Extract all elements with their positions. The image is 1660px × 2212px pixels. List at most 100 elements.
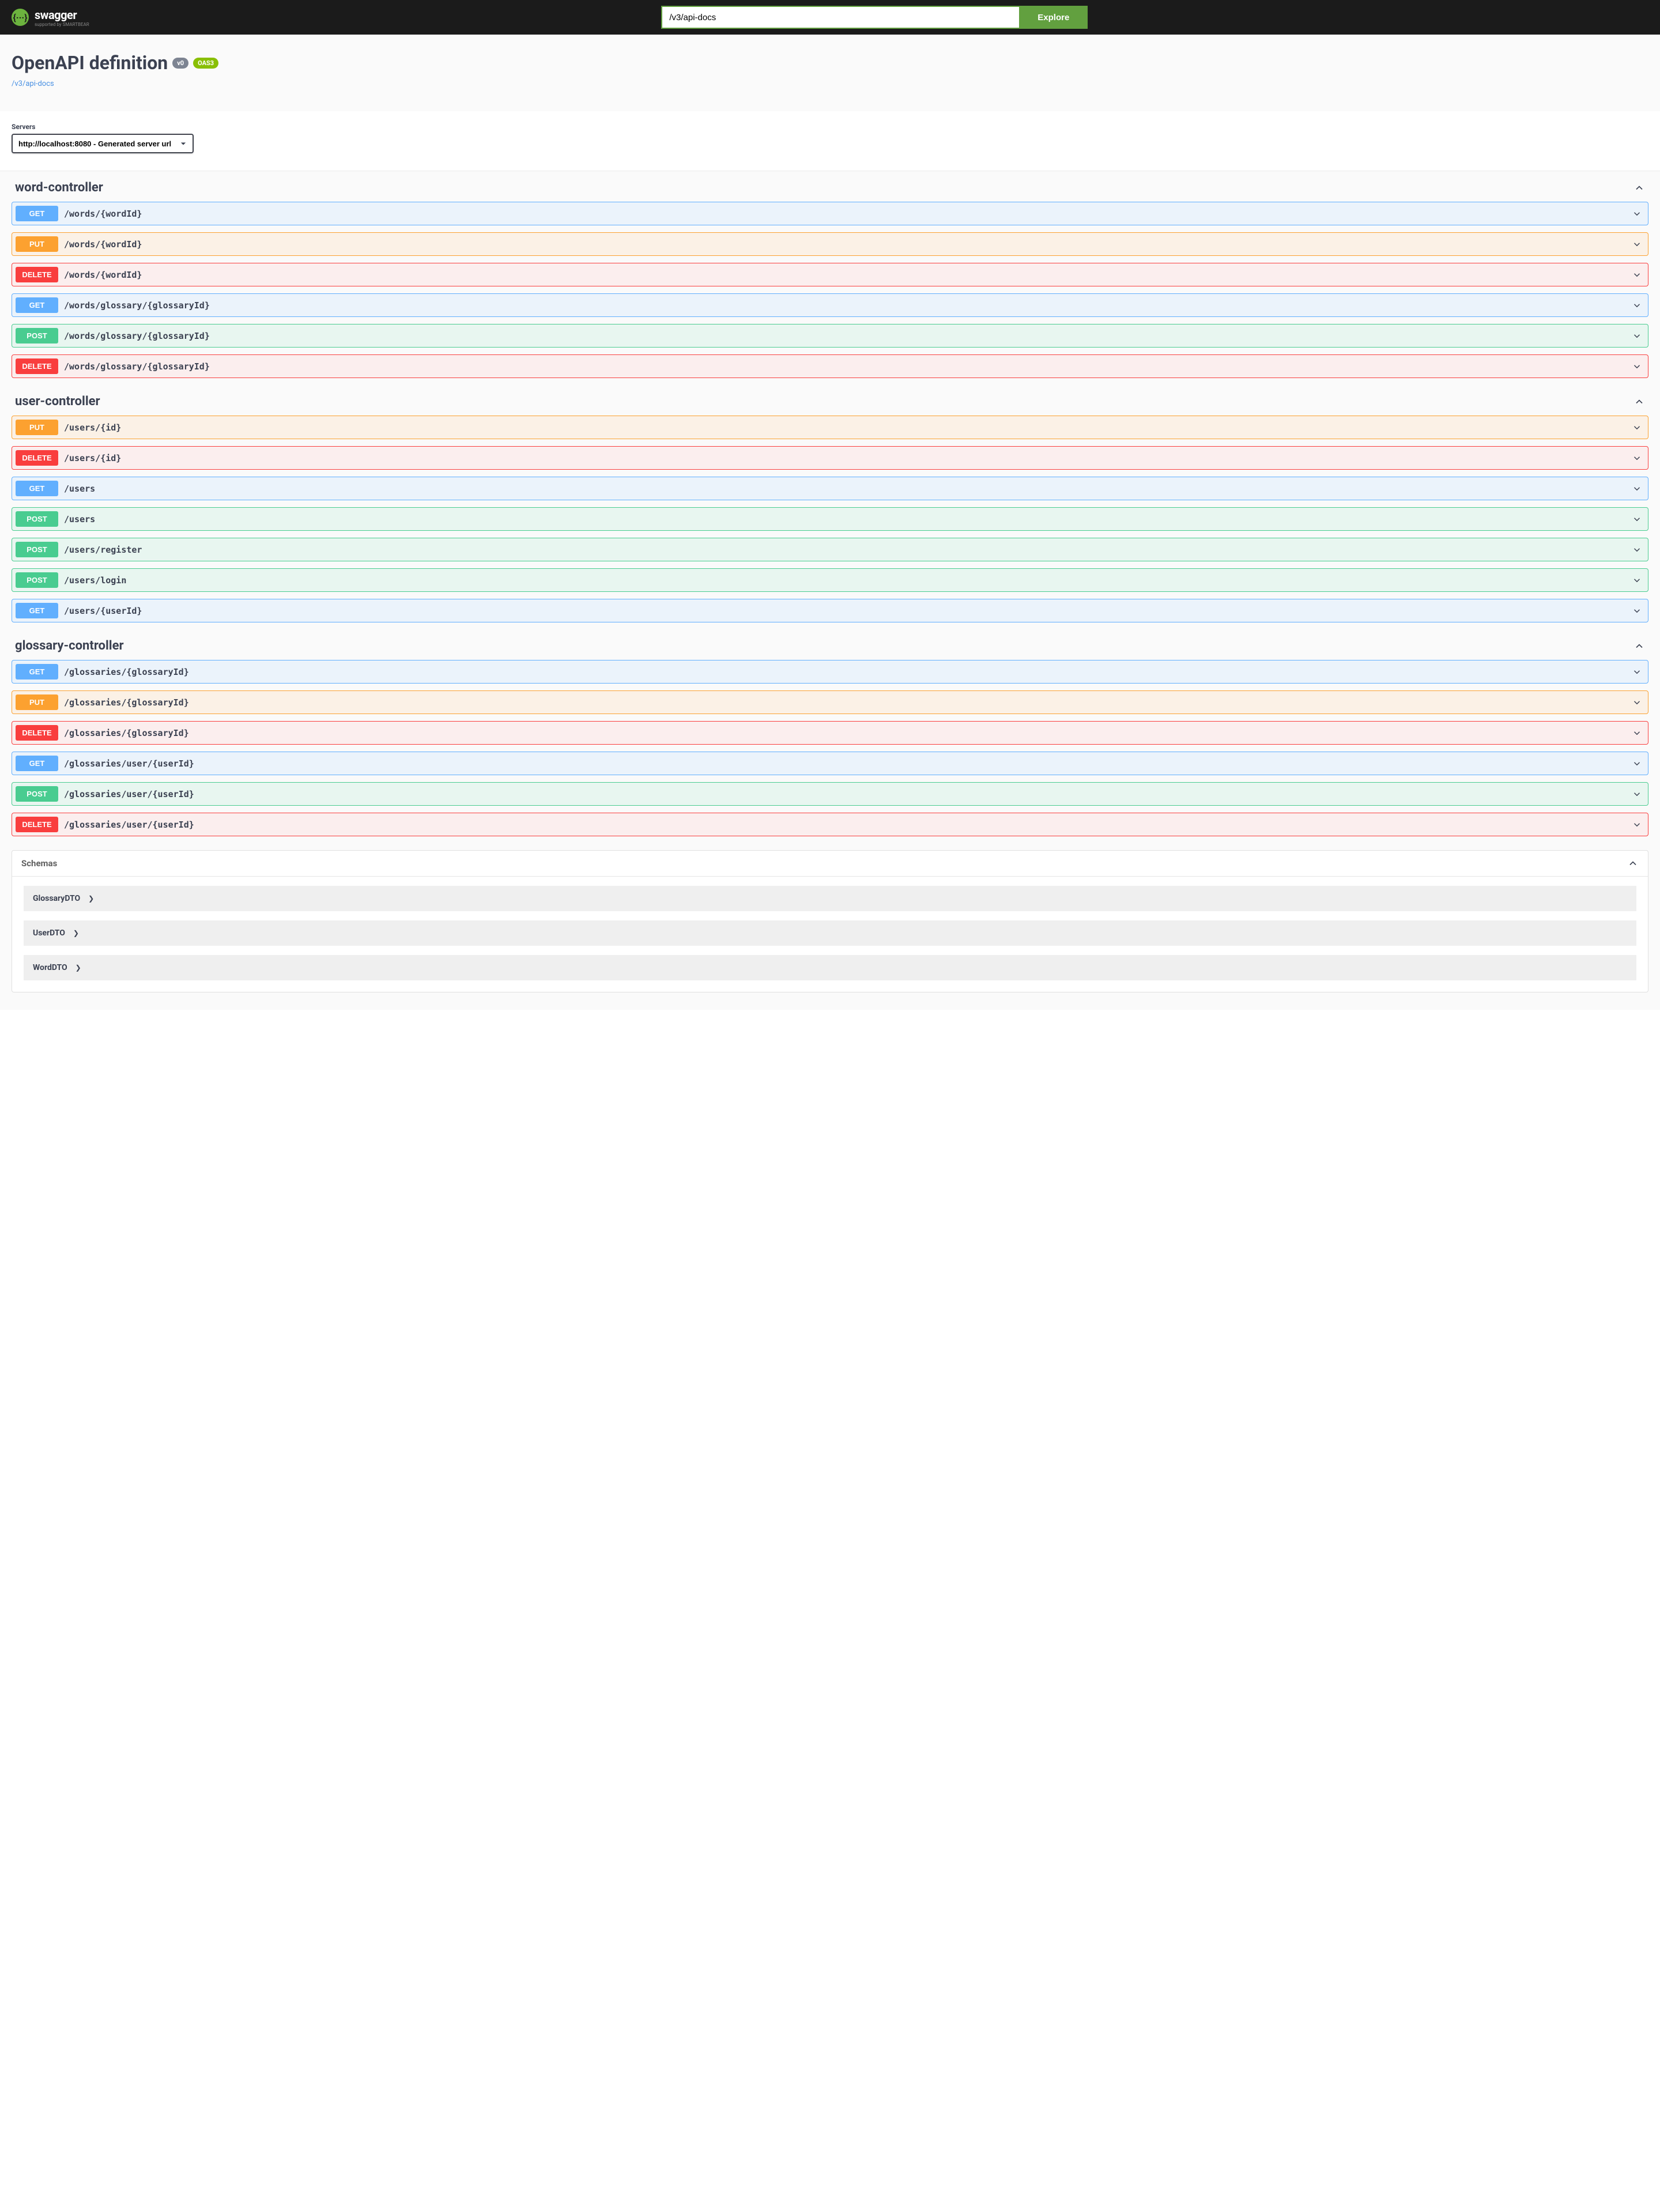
chevron-down-icon xyxy=(1632,361,1642,372)
chevron-down-icon xyxy=(1632,484,1642,494)
schema-name: UserDTO xyxy=(33,928,65,938)
servers-section: Servers http://localhost:8080 - Generate… xyxy=(0,111,1660,171)
opblock-put-2-1[interactable]: PUT/glossaries/{glossaryId} xyxy=(12,690,1648,714)
schema-name: WordDTO xyxy=(33,963,67,972)
schemas-header[interactable]: Schemas xyxy=(12,851,1648,876)
op-path: /users/{userId} xyxy=(58,606,1632,616)
op-path: /users xyxy=(58,514,1632,524)
opblock-delete-0-2[interactable]: DELETE/words/{wordId} xyxy=(12,263,1648,286)
servers-label: Servers xyxy=(12,123,1648,131)
chevron-down-icon xyxy=(1632,545,1642,555)
tag-header-user-controller[interactable]: user-controller xyxy=(12,385,1648,416)
tag-header-glossary-controller[interactable]: glossary-controller xyxy=(12,629,1648,660)
op-path: /words/{wordId} xyxy=(58,239,1632,250)
method-badge: PUT xyxy=(16,236,58,252)
info-section: OpenAPI definition v0 OAS3 /v3/api-docs xyxy=(0,35,1660,111)
opblock-delete-2-2[interactable]: DELETE/glossaries/{glossaryId} xyxy=(12,721,1648,745)
oas-badge: OAS3 xyxy=(193,58,218,69)
url-bar: Explore xyxy=(661,6,1088,29)
swagger-icon: {···} xyxy=(12,9,29,26)
schema-item-WordDTO[interactable]: WordDTO ❯ xyxy=(24,955,1636,980)
chevron-up-icon xyxy=(1633,640,1645,652)
chevron-down-icon xyxy=(1632,270,1642,280)
chevron-down-icon xyxy=(1632,453,1642,463)
chevron-down-icon xyxy=(1632,575,1642,586)
method-badge: POST xyxy=(16,328,58,343)
method-badge: GET xyxy=(16,297,58,313)
chevron-up-icon xyxy=(1627,858,1639,869)
opblock-post-1-3[interactable]: POST/users xyxy=(12,507,1648,531)
op-path: /glossaries/user/{userId} xyxy=(58,820,1632,830)
version-badge: v0 xyxy=(172,58,188,69)
opblock-get-2-0[interactable]: GET/glossaries/{glossaryId} xyxy=(12,660,1648,684)
tag-name: word-controller xyxy=(15,180,103,195)
chevron-down-icon xyxy=(1632,697,1642,708)
opblock-put-0-1[interactable]: PUT/words/{wordId} xyxy=(12,232,1648,256)
op-path: /glossaries/{glossaryId} xyxy=(58,697,1632,708)
chevron-down-icon xyxy=(1632,239,1642,250)
opblock-delete-2-5[interactable]: DELETE/glossaries/user/{userId} xyxy=(12,813,1648,836)
op-path: /users/register xyxy=(58,545,1632,555)
method-badge: PUT xyxy=(16,420,58,435)
server-select[interactable]: http://localhost:8080 - Generated server… xyxy=(12,134,194,153)
chevron-down-icon xyxy=(1632,300,1642,311)
chevron-up-icon xyxy=(1633,396,1645,407)
chevron-down-icon xyxy=(1632,728,1642,738)
url-input[interactable] xyxy=(661,6,1019,29)
op-path: /glossaries/user/{userId} xyxy=(58,789,1632,799)
opblock-get-2-3[interactable]: GET/glossaries/user/{userId} xyxy=(12,752,1648,775)
chevron-right-icon: ❯ xyxy=(76,964,81,972)
opblock-post-0-4[interactable]: POST/words/glossary/{glossaryId} xyxy=(12,324,1648,348)
method-badge: DELETE xyxy=(16,450,58,466)
chevron-down-icon xyxy=(1632,606,1642,616)
method-badge: POST xyxy=(16,511,58,527)
opblock-get-0-3[interactable]: GET/words/glossary/{glossaryId} xyxy=(12,293,1648,317)
opblock-get-0-0[interactable]: GET/words/{wordId} xyxy=(12,202,1648,225)
chevron-down-icon xyxy=(1632,758,1642,769)
chevron-down-icon xyxy=(1632,820,1642,830)
api-docs-link[interactable]: /v3/api-docs xyxy=(12,80,54,88)
opblock-delete-1-1[interactable]: DELETE/users/{id} xyxy=(12,446,1648,470)
schemas-body: GlossaryDTO❯ UserDTO ❯ WordDTO ❯ xyxy=(12,876,1648,992)
op-path: /words/glossary/{glossaryId} xyxy=(58,361,1632,372)
chevron-down-icon xyxy=(1632,667,1642,677)
opblock-post-2-4[interactable]: POST/glossaries/user/{userId} xyxy=(12,782,1648,806)
method-badge: PUT xyxy=(16,694,58,710)
op-path: /glossaries/{glossaryId} xyxy=(58,667,1632,677)
chevron-right-icon: ❯ xyxy=(73,929,79,937)
op-path: /words/{wordId} xyxy=(58,209,1632,219)
opblock-post-1-4[interactable]: POST/users/register xyxy=(12,538,1648,561)
schema-item-UserDTO[interactable]: UserDTO ❯ xyxy=(24,920,1636,946)
opblock-get-1-6[interactable]: GET/users/{userId} xyxy=(12,599,1648,622)
op-path: /glossaries/user/{userId} xyxy=(58,758,1632,769)
brand-sub: supported by SMARTBEAR xyxy=(35,22,89,27)
op-path: /words/{wordId} xyxy=(58,270,1632,280)
opblock-delete-0-5[interactable]: DELETE/words/glossary/{glossaryId} xyxy=(12,354,1648,378)
method-badge: GET xyxy=(16,206,58,221)
swagger-logo: {···} swagger supported by SMARTBEAR xyxy=(12,8,89,27)
explore-button[interactable]: Explore xyxy=(1019,6,1088,29)
opblock-post-1-5[interactable]: POST/users/login xyxy=(12,568,1648,592)
op-path: /users/login xyxy=(58,575,1632,586)
tag-name: user-controller xyxy=(15,394,100,409)
schemas-section: Schemas GlossaryDTO❯ UserDTO ❯ WordDTO ❯ xyxy=(12,850,1648,992)
chevron-up-icon xyxy=(1633,182,1645,194)
method-badge: GET xyxy=(16,603,58,618)
opblock-get-1-2[interactable]: GET/users xyxy=(12,477,1648,500)
chevron-down-icon xyxy=(1632,422,1642,433)
schema-name: GlossaryDTO xyxy=(33,894,80,903)
method-badge: GET xyxy=(16,756,58,771)
schema-item-GlossaryDTO[interactable]: GlossaryDTO❯ xyxy=(24,886,1636,911)
method-badge: GET xyxy=(16,664,58,680)
tag-name: glossary-controller xyxy=(15,639,124,653)
schemas-title: Schemas xyxy=(21,858,57,869)
chevron-down-icon xyxy=(1632,789,1642,799)
opblock-put-1-0[interactable]: PUT/users/{id} xyxy=(12,416,1648,439)
op-path: /words/glossary/{glossaryId} xyxy=(58,331,1632,341)
method-badge: GET xyxy=(16,481,58,496)
topbar: {···} swagger supported by SMARTBEAR Exp… xyxy=(0,0,1660,35)
method-badge: POST xyxy=(16,572,58,588)
chevron-down-icon xyxy=(1632,331,1642,341)
op-path: /users xyxy=(58,484,1632,494)
tag-header-word-controller[interactable]: word-controller xyxy=(12,171,1648,202)
